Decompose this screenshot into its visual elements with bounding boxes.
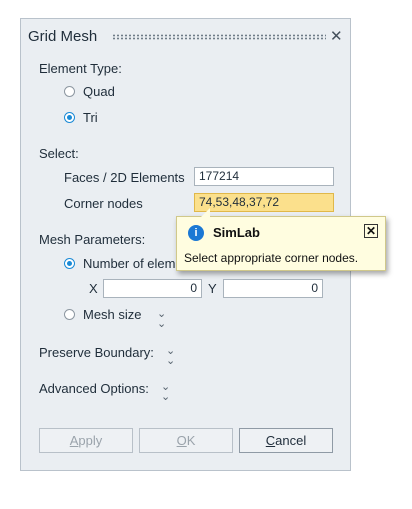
number-of-elements-label[interactable]: Number of elem <box>83 256 175 271</box>
mesh-parameters-label: Mesh Parameters: <box>39 232 146 247</box>
tri-radio[interactable] <box>64 112 75 123</box>
close-icon[interactable]: ✕ <box>330 27 343 45</box>
tooltip-pointer <box>201 208 210 217</box>
drag-grip-icon[interactable] <box>112 34 326 40</box>
ok-button[interactable]: OK <box>139 428 233 453</box>
title-bar[interactable]: Grid Mesh ✕ <box>21 19 350 53</box>
ok-button-label: K <box>186 433 196 448</box>
corner-nodes-label: Corner nodes <box>64 196 143 211</box>
simlab-tooltip: i SimLab ✕ Select appropriate corner nod… <box>176 208 386 271</box>
x-label: X <box>89 281 98 296</box>
panel-title: Grid Mesh <box>28 28 98 45</box>
apply-button[interactable]: Apply <box>39 428 133 453</box>
tri-radio-label[interactable]: Tri <box>83 110 98 125</box>
tooltip-title: SimLab <box>213 225 260 240</box>
tooltip-message: Select appropriate corner nodes. <box>184 251 359 265</box>
mesh-size-label[interactable]: Mesh size <box>83 307 142 322</box>
advanced-options-label[interactable]: Advanced Options: <box>39 381 149 396</box>
cancel-button[interactable]: Cancel <box>239 428 333 453</box>
preserve-boundary-chevron-icon[interactable]: ⌄ ⌄ <box>166 346 175 367</box>
x-field[interactable]: 0 <box>103 279 202 298</box>
mesh-size-expand-chevron-icon[interactable]: ⌄ ⌄ <box>157 309 166 330</box>
select-label: Select: <box>39 146 79 161</box>
advanced-options-chevron-icon[interactable]: ⌄ ⌄ <box>161 382 170 403</box>
quad-radio-label[interactable]: Quad <box>83 84 115 99</box>
y-field[interactable]: 0 <box>223 279 323 298</box>
number-of-elements-radio[interactable] <box>64 258 75 269</box>
y-label: Y <box>208 281 217 296</box>
cancel-button-mnemonic: C <box>265 433 276 448</box>
cancel-button-label: ancel <box>275 433 307 448</box>
quad-radio[interactable] <box>64 86 75 97</box>
mesh-size-radio[interactable] <box>64 309 75 320</box>
info-icon: i <box>188 225 204 241</box>
ok-button-mnemonic: O <box>176 433 187 448</box>
faces-label: Faces / 2D Elements <box>64 170 185 185</box>
corner-nodes-field[interactable]: 74,53,48,37,72 <box>194 193 334 212</box>
apply-button-label: pply <box>78 433 103 448</box>
element-type-label: Element Type: <box>39 61 122 76</box>
faces-field[interactable]: 177214 <box>194 167 334 186</box>
preserve-boundary-label[interactable]: Preserve Boundary: <box>39 345 154 360</box>
tooltip-close-icon[interactable]: ✕ <box>364 224 378 238</box>
